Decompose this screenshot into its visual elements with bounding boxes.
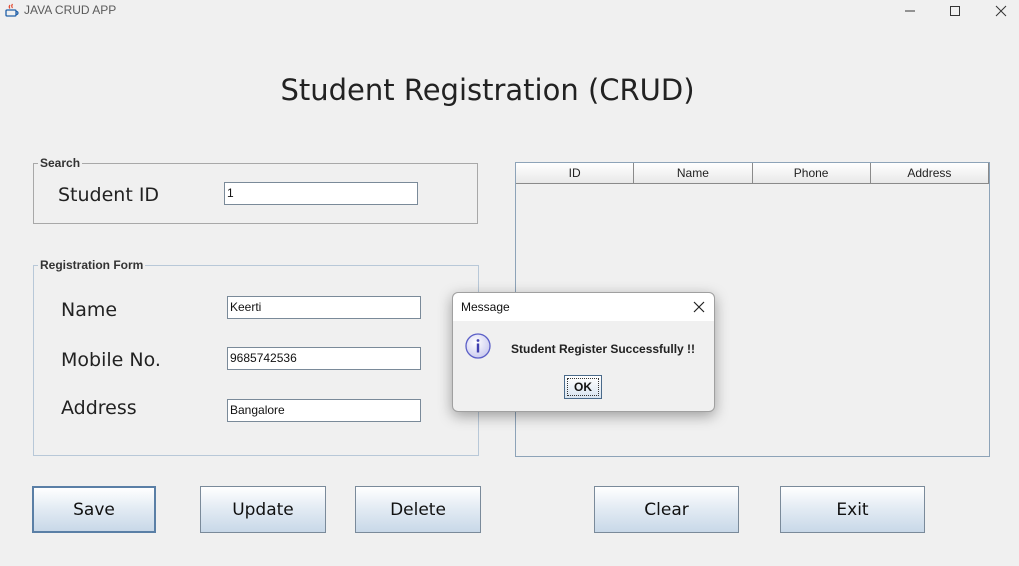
- window-title: JAVA CRUD APP: [24, 3, 117, 17]
- dialog-titlebar: Message: [453, 293, 714, 321]
- column-header-address[interactable]: Address: [870, 163, 989, 184]
- close-window-button[interactable]: [978, 0, 1019, 22]
- minimize-icon: [904, 2, 916, 21]
- delete-button[interactable]: Delete: [355, 486, 481, 533]
- dialog-close-button[interactable]: [691, 299, 707, 315]
- mobile-label: Mobile No.: [61, 349, 161, 371]
- window-titlebar: JAVA CRUD APP: [0, 0, 1019, 22]
- column-header-id[interactable]: ID: [516, 163, 635, 184]
- column-header-phone[interactable]: Phone: [752, 163, 871, 184]
- java-icon: [4, 3, 19, 18]
- registration-legend: Registration Form: [38, 258, 146, 272]
- ok-button[interactable]: OK: [564, 375, 602, 399]
- student-id-input[interactable]: 1: [224, 182, 418, 205]
- student-id-label: Student ID: [58, 184, 160, 206]
- name-input[interactable]: Keerti: [227, 296, 421, 319]
- dialog-message: Student Register Successfully !!: [511, 342, 696, 356]
- close-icon: [693, 301, 705, 313]
- maximize-icon: [949, 2, 961, 21]
- search-legend: Search: [38, 156, 83, 170]
- maximize-button[interactable]: [932, 0, 978, 22]
- exit-button[interactable]: Exit: [780, 486, 925, 533]
- page-title: Student Registration (CRUD): [280, 73, 695, 107]
- mobile-input[interactable]: 9685742536: [227, 347, 421, 370]
- close-icon: [995, 2, 1007, 21]
- column-header-name[interactable]: Name: [634, 163, 753, 184]
- update-button[interactable]: Update: [200, 486, 326, 533]
- address-input[interactable]: Bangalore: [227, 399, 421, 422]
- info-icon: [463, 331, 493, 361]
- message-dialog: Message Student Register Successfully !!…: [452, 292, 715, 412]
- search-group: Search Student ID 1: [33, 156, 478, 224]
- name-label: Name: [61, 299, 118, 321]
- table-header: ID Name Phone Address: [516, 163, 989, 184]
- address-label: Address: [61, 397, 137, 419]
- clear-button[interactable]: Clear: [594, 486, 739, 533]
- registration-form-group: Registration Form Name Keerti Mobile No.…: [33, 258, 479, 456]
- save-button[interactable]: Save: [32, 486, 156, 533]
- dialog-title: Message: [461, 300, 510, 314]
- minimize-button[interactable]: [887, 0, 933, 22]
